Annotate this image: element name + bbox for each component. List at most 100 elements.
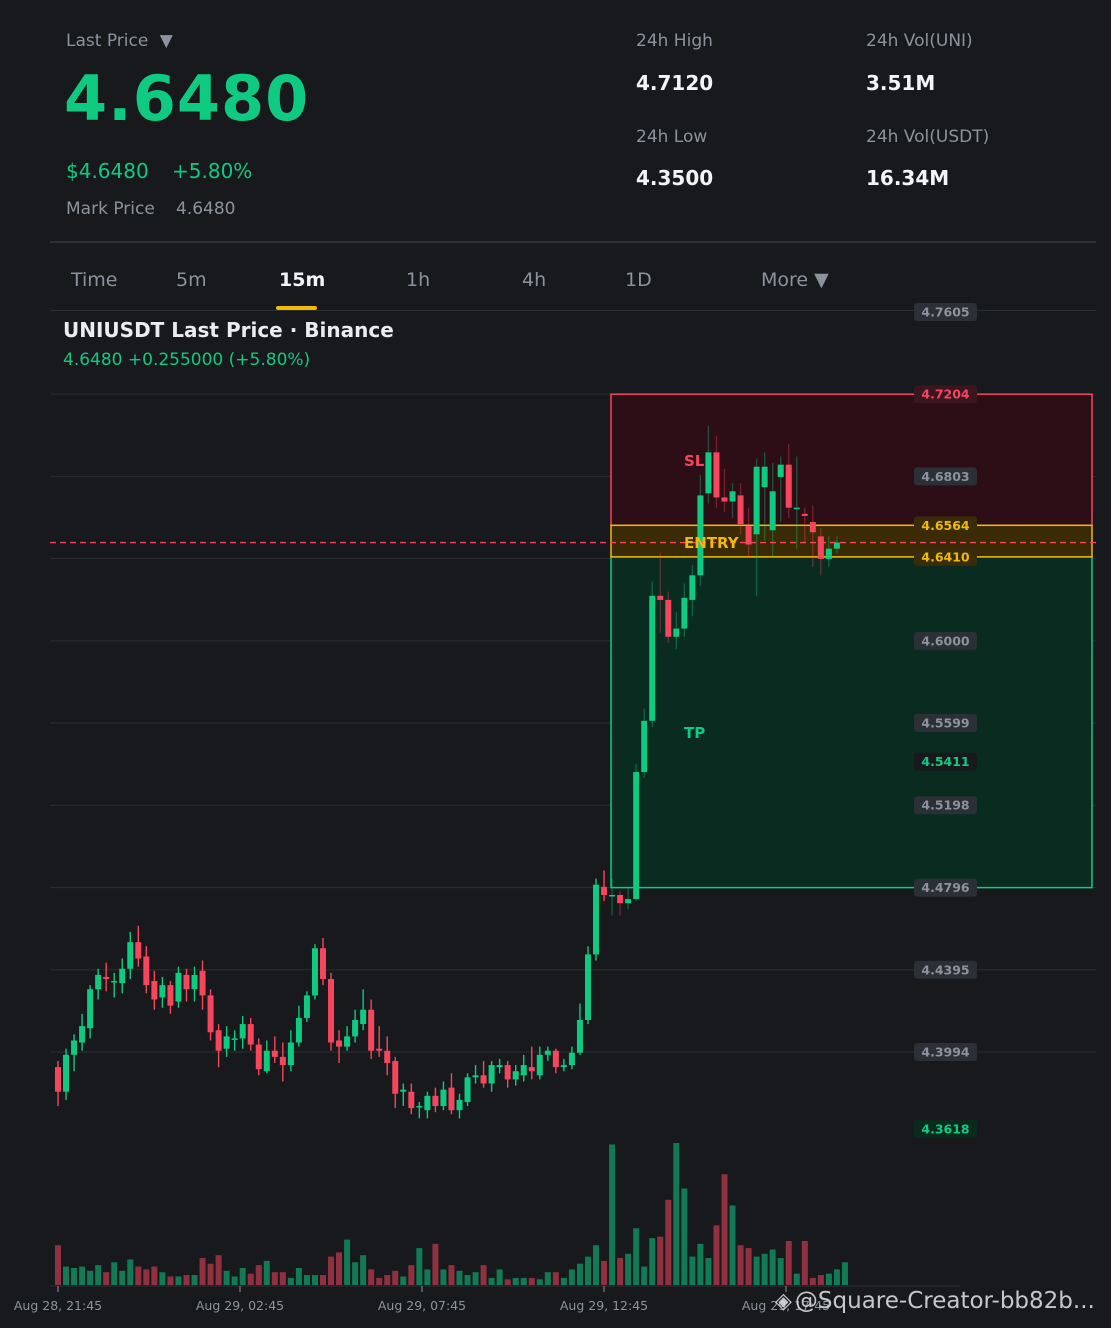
volume-bar <box>279 1272 286 1285</box>
candle-body <box>255 1044 262 1070</box>
candle-body <box>777 464 784 477</box>
candle-body <box>689 575 696 600</box>
volume-bar <box>183 1275 190 1285</box>
volume-bar <box>536 1279 543 1285</box>
candle-body <box>159 985 166 998</box>
candle-body <box>303 995 310 1018</box>
volume-bar <box>841 1262 848 1285</box>
candle-body <box>231 1038 238 1040</box>
tp-label: TP <box>684 724 705 742</box>
price-tag: 4.3618 <box>921 1122 969 1137</box>
volume-bar <box>231 1276 238 1285</box>
volume-bar <box>721 1174 728 1285</box>
volume-bar <box>464 1275 471 1285</box>
volume-bar <box>360 1255 367 1285</box>
candle-body <box>135 942 142 959</box>
candle-body <box>271 1050 278 1057</box>
volume-bar <box>785 1240 792 1285</box>
candle-body <box>127 942 134 969</box>
candle-body <box>833 542 840 549</box>
candle-body <box>344 1036 351 1047</box>
candle-body <box>472 1075 479 1078</box>
candle-body <box>520 1065 527 1076</box>
candle-body <box>311 948 318 996</box>
volume-bar <box>255 1265 262 1285</box>
volume-bar <box>416 1248 423 1285</box>
volume-bar <box>119 1270 126 1285</box>
candle-body <box>223 1036 230 1049</box>
candle-body <box>721 497 728 502</box>
volume-bar <box>673 1143 680 1285</box>
volume-bar <box>681 1188 688 1285</box>
y-tick-label: 4.7605 <box>921 305 969 320</box>
volume-bar <box>103 1272 110 1285</box>
candle-body <box>761 466 768 488</box>
candle-body <box>673 628 680 637</box>
volume-bar <box>689 1256 696 1285</box>
candle-body <box>649 595 656 721</box>
volume-bar <box>71 1267 78 1285</box>
volume-bar <box>520 1277 527 1285</box>
candle-body <box>79 1026 86 1043</box>
volume-bar <box>239 1267 246 1285</box>
volume-bar <box>215 1255 222 1285</box>
candle-body <box>95 974 102 990</box>
candle-body <box>456 1099 463 1111</box>
candle-body <box>287 1042 294 1066</box>
volume-bar <box>143 1269 150 1285</box>
volume-bar <box>817 1275 824 1285</box>
volume-bar <box>793 1273 800 1285</box>
candle-body <box>625 899 632 904</box>
candle-body <box>55 1067 61 1092</box>
watermark-text: @Square-Creator-bb82b... <box>794 1288 1095 1314</box>
candle-body <box>384 1050 391 1064</box>
candle-body <box>263 1050 270 1072</box>
price-tag: 4.6410 <box>921 549 970 564</box>
volume-bar <box>713 1225 720 1285</box>
x-tick-label: Aug 29, 02:45 <box>196 1298 284 1313</box>
volume-bar <box>809 1277 816 1285</box>
candle-body <box>480 1075 487 1084</box>
candle-body <box>215 1030 222 1051</box>
candle-body <box>416 1106 423 1108</box>
candle-body <box>609 894 616 897</box>
y-tick-label: 4.4796 <box>921 880 970 895</box>
price-chart[interactable]: SL ENTRY TP 4.7605 4.6803 4.6000 4.5599 4.5198 4… <box>0 0 1111 1328</box>
candle-body <box>745 526 752 545</box>
y-tick-label: 4.6000 <box>921 633 970 648</box>
candle-body <box>729 491 736 502</box>
volume-bar <box>576 1263 583 1285</box>
sl-label: SL <box>684 452 705 470</box>
candle-body <box>151 981 158 1000</box>
volume-bar <box>352 1262 359 1285</box>
volume-bar <box>504 1279 511 1285</box>
candle-body <box>111 981 118 983</box>
volume-bar <box>79 1266 86 1285</box>
candle-body <box>191 974 198 990</box>
chart-subtitle: 4.6480 +0.255000 (+5.80%) <box>63 350 311 370</box>
candle-body <box>167 985 174 1006</box>
candle-body <box>63 1054 70 1092</box>
volume-bar <box>175 1276 182 1285</box>
volume-bar <box>496 1269 503 1285</box>
volume-bar <box>456 1270 463 1285</box>
volume-bar <box>287 1277 294 1285</box>
candle-body <box>641 720 648 773</box>
volume-bar <box>207 1263 214 1285</box>
candle-body <box>681 597 688 629</box>
candle-body <box>528 1067 535 1072</box>
volume-bar <box>328 1256 335 1285</box>
volume-bar <box>440 1269 447 1285</box>
volume-bar <box>560 1277 567 1285</box>
candle-body <box>568 1052 575 1066</box>
candle-body <box>199 970 206 996</box>
volume-bar <box>729 1205 736 1285</box>
volume-bar <box>584 1256 591 1285</box>
volume-bar <box>135 1266 142 1285</box>
volume-bar <box>159 1272 166 1285</box>
candle-body <box>488 1065 495 1084</box>
y-tick-label: 4.3994 <box>921 1044 970 1059</box>
volume-bar <box>311 1275 318 1285</box>
candle-body <box>432 1095 439 1107</box>
volume-bar <box>432 1243 439 1285</box>
